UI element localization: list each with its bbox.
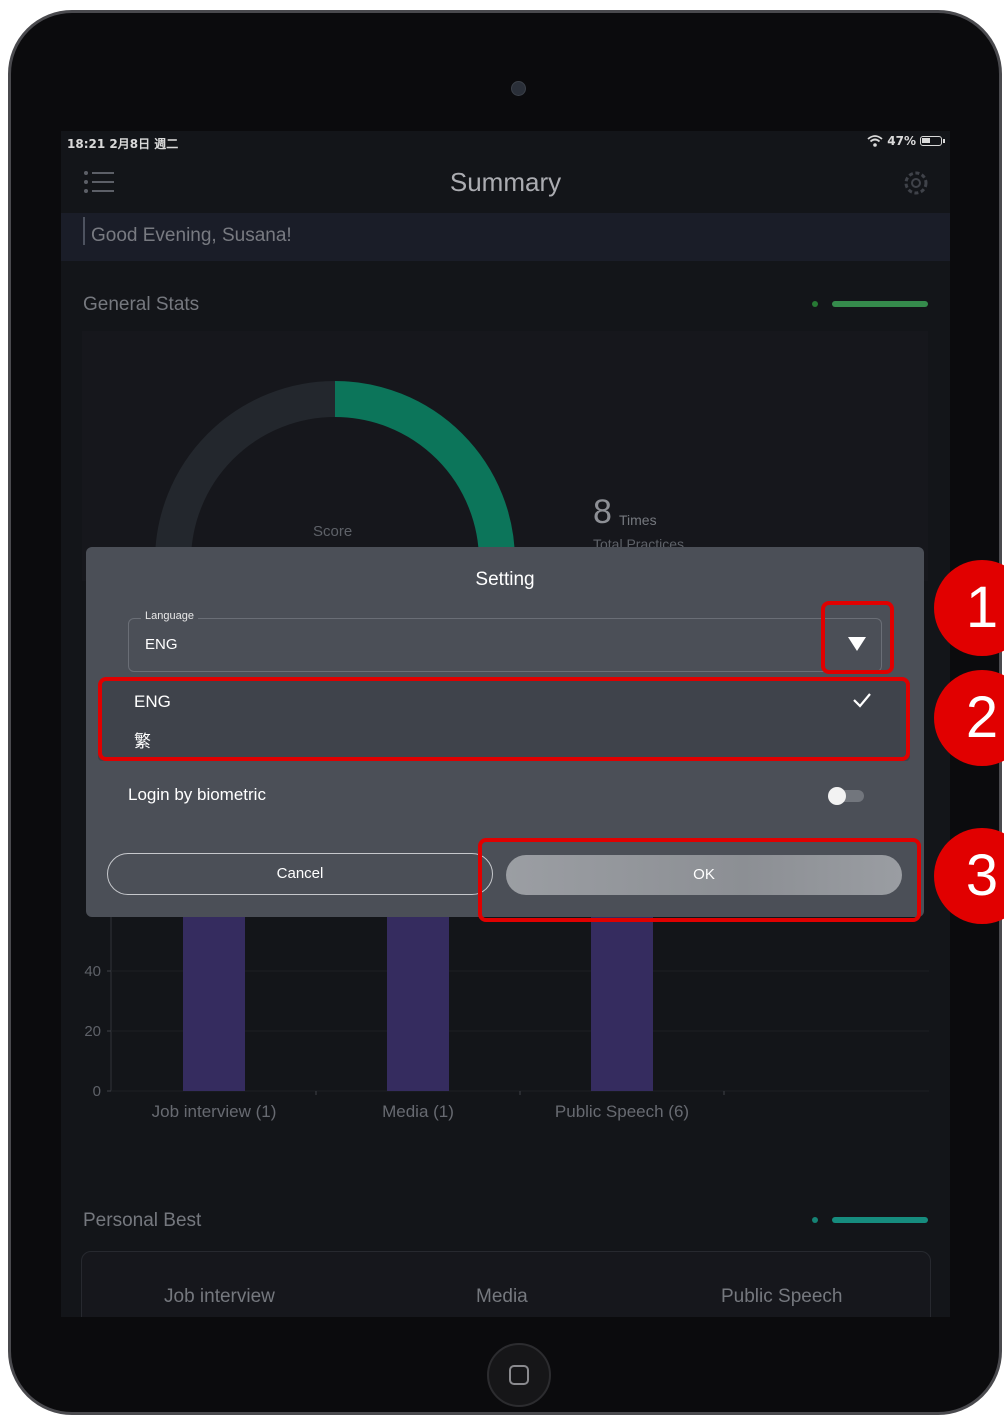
camera-icon	[511, 81, 526, 96]
home-square-icon	[509, 1365, 529, 1385]
biometric-toggle[interactable]	[828, 787, 866, 805]
cancel-button[interactable]: Cancel	[107, 853, 493, 895]
annotation-box-2	[98, 677, 910, 761]
language-label: Language	[141, 610, 198, 622]
language-value: ENG	[145, 636, 178, 653]
annotation-box-3	[478, 838, 921, 922]
home-button[interactable]	[487, 1343, 551, 1407]
toggle-knob	[828, 787, 846, 805]
annotation-box-1	[821, 601, 894, 674]
dialog-title: Setting	[475, 569, 535, 590]
biometric-label: Login by biometric	[128, 785, 266, 804]
language-select[interactable]: Language ENG	[128, 610, 882, 672]
